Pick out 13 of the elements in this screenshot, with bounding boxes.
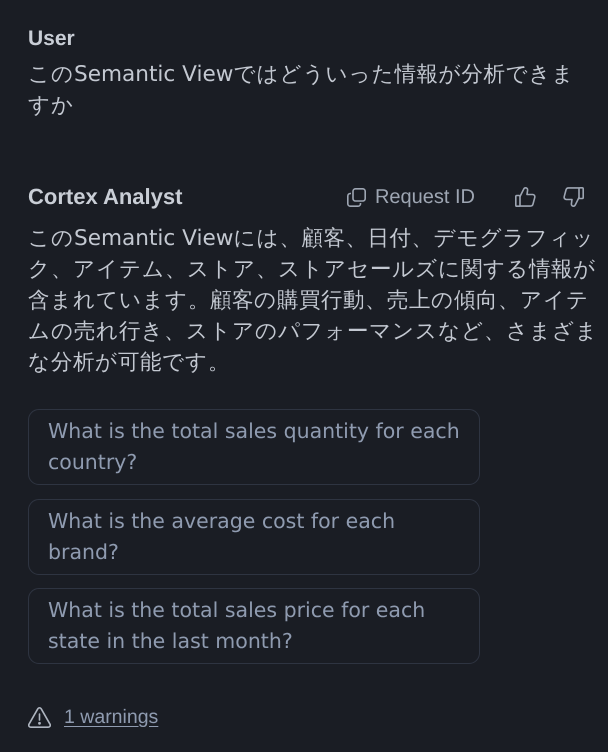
message-text: このSemantic Viewには、顧客、日付、デモグラフィック、アイテム、ストア、ストアセールズに関する情報が含まれています。顧客の購買行動、売上の傾向、アイテムの売れ行き、ストアのパフォーマンスなど、さまざまな分析が可能です。	[28, 225, 599, 377]
author-name: Cortex Analyst	[28, 183, 182, 211]
warning-icon	[28, 706, 51, 728]
author-name: User	[28, 26, 75, 52]
suggested-question-button[interactable]: What is the total sales quantity for each country?	[28, 409, 480, 485]
message-text: このSemantic Viewではどういった情報が分析できますか	[28, 61, 576, 120]
request-id-button[interactable]: Request ID	[346, 183, 475, 211]
copy-icon	[346, 188, 366, 206]
thumbs-up-icon[interactable]	[515, 187, 536, 207]
thumbs-down-icon[interactable]	[563, 187, 584, 207]
warnings-link[interactable]: 1 warnings	[64, 704, 158, 730]
suggested-question-button[interactable]: What is the total sales price for each state in the last month?	[28, 588, 480, 664]
suggested-question-button[interactable]: What is the average cost for each brand?	[28, 498, 480, 574]
